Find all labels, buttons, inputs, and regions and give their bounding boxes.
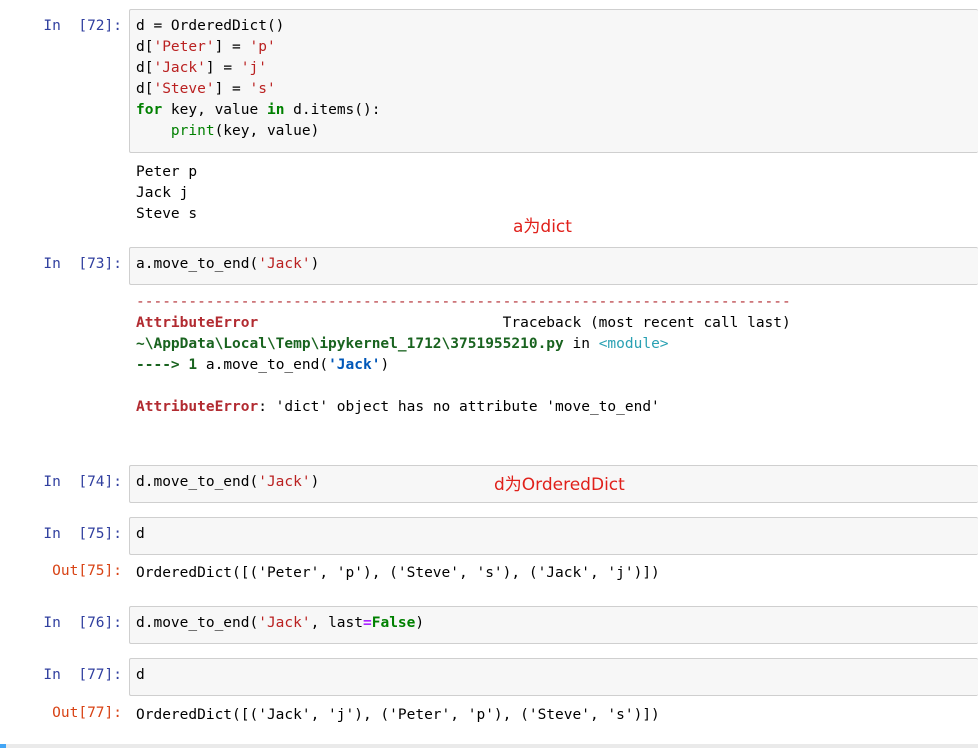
output-line: OrderedDict([('Peter', 'p'), ('Steve', '… <box>136 565 660 581</box>
line-number: 1 <box>179 357 206 373</box>
error-message: AttributeError: 'dict' object has no att… <box>136 397 978 418</box>
code-text: , last <box>310 615 363 631</box>
code-text: ] = <box>214 81 250 97</box>
string-literal: 'Jack' <box>153 60 206 76</box>
code-text: d[ <box>136 39 154 55</box>
file-path: ~\AppData\Local\Temp\ipykernel_1712\3751… <box>136 336 564 352</box>
code-cell-73[interactable]: a.move_to_end('Jack') <box>129 247 978 285</box>
result-output-75: OrderedDict([('Peter', 'p'), ('Steve', '… <box>136 563 978 584</box>
code-text: (key, value) <box>214 123 320 139</box>
code-text: ] = <box>205 60 241 76</box>
output-line: Peter p <box>136 164 198 180</box>
output-prompt-75: Out[75]: <box>52 563 122 579</box>
code-line: d['Peter'] = 'p' <box>136 37 972 58</box>
code-text: a.move_to_end( <box>205 357 329 373</box>
input-prompt-75: In [75]: <box>43 526 122 542</box>
traceback-title: Traceback (most recent call last) <box>502 315 791 331</box>
code-cell-72[interactable]: d = OrderedDict() d['Peter'] = 'p' d['Ja… <box>129 9 978 153</box>
code-text: ) <box>380 357 390 373</box>
error-name: AttributeError <box>136 315 259 331</box>
input-prompt-77: In [77]: <box>43 667 122 683</box>
input-prompt-76: In [76]: <box>43 615 122 631</box>
string-literal: 'Jack' <box>258 474 311 490</box>
traceback-separator: ----------------------------------------… <box>136 294 791 310</box>
keyword: False <box>371 615 416 631</box>
string-literal: 'j' <box>240 60 267 76</box>
string-literal: 'Jack' <box>328 357 381 373</box>
code-line: d <box>136 667 145 683</box>
code-line: d <box>136 526 145 542</box>
code-cell-75[interactable]: d <box>129 517 978 555</box>
code-text: d.items(): <box>284 102 381 118</box>
code-text: a.move_to_end( <box>136 256 259 272</box>
module-name: <module> <box>598 336 669 352</box>
code-text: d[ <box>136 81 154 97</box>
string-literal: 'Jack' <box>258 615 311 631</box>
string-literal: 's' <box>249 81 276 97</box>
traceback-output-73: ----------------------------------------… <box>136 292 978 418</box>
string-literal: 'Steve' <box>153 81 215 97</box>
input-prompt-74: In [74]: <box>43 474 122 490</box>
code-cell-77[interactable]: d <box>129 658 978 696</box>
code-line: a.move_to_end('Jack') <box>136 254 972 275</box>
traceback-location: ~\AppData\Local\Temp\ipykernel_1712\3751… <box>136 334 978 355</box>
error-name: AttributeError <box>136 399 259 415</box>
code-line: d = OrderedDict() <box>136 16 972 37</box>
traceback-code-line: ----> 1 a.move_to_end('Jack') <box>136 355 978 376</box>
code-text: ) <box>310 474 320 490</box>
code-line: d.move_to_end('Jack', last=False) <box>136 613 972 634</box>
string-literal: 'p' <box>249 39 276 55</box>
string-literal: 'Jack' <box>258 256 311 272</box>
error-text: : 'dict' object has no attribute 'move_t… <box>258 399 660 415</box>
result-output-77: OrderedDict([('Jack', 'j'), ('Peter', 'p… <box>136 705 978 726</box>
code-text: ) <box>415 615 425 631</box>
code-line: for key, value in d.items(): <box>136 100 972 121</box>
code-text: d.move_to_end( <box>136 615 259 631</box>
operator: = <box>363 615 372 631</box>
code-line: print(key, value) <box>136 121 972 142</box>
traceback-header: AttributeError Traceback (most recent ca… <box>136 313 978 334</box>
builtin: print <box>170 123 215 139</box>
code-text: d.move_to_end( <box>136 474 259 490</box>
keyword: in <box>266 102 285 118</box>
string-literal: 'Peter' <box>153 39 215 55</box>
input-prompt-72: In [72]: <box>43 18 122 34</box>
annotation-a-is-dict: a为dict <box>513 217 572 237</box>
horizontal-scrollbar[interactable] <box>0 744 978 748</box>
code-text: ) <box>310 256 320 272</box>
annotation-d-is-ordereddict: d为OrderedDict <box>494 475 625 495</box>
code-line: d['Jack'] = 'j' <box>136 58 972 79</box>
arrow-icon: ----> <box>136 357 180 373</box>
input-prompt-73: In [73]: <box>43 256 122 272</box>
code-text: in <box>563 336 599 352</box>
code-text: ] = <box>214 39 250 55</box>
code-cell-76[interactable]: d.move_to_end('Jack', last=False) <box>129 606 978 644</box>
output-prompt-77: Out[77]: <box>52 705 122 721</box>
output-line: OrderedDict([('Jack', 'j'), ('Peter', 'p… <box>136 707 660 723</box>
keyword: for <box>136 102 163 118</box>
code-text: key, value <box>162 102 267 118</box>
output-line: Jack j <box>136 185 189 201</box>
code-line: d['Steve'] = 's' <box>136 79 972 100</box>
code-text: d = OrderedDict() <box>136 18 285 34</box>
code-text: d[ <box>136 60 154 76</box>
